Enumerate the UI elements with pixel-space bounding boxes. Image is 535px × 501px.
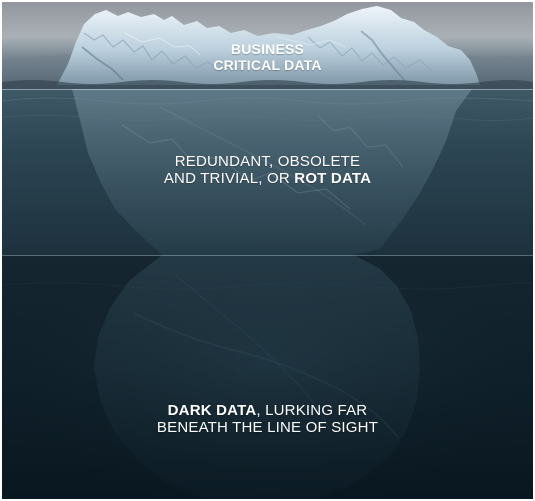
iceberg-bottom-icon bbox=[2, 255, 533, 499]
business-critical-data-label: BUSINESS CRITICAL DATA bbox=[2, 41, 533, 73]
middle-label-line-1: REDUNDANT, OBSOLETE bbox=[174, 153, 361, 170]
top-label-line-2: CRITICAL DATA bbox=[213, 57, 322, 74]
bottom-label-line-1: DARK DATA, LURKING FAR bbox=[2, 402, 533, 419]
dark-data-label: DARK DATA, LURKING FAR BENEATH THE LINE … bbox=[2, 402, 533, 437]
dark-data-emphasis: DARK DATA bbox=[167, 402, 257, 419]
top-label-line-1: BUSINESS bbox=[230, 41, 305, 57]
rot-data-label: REDUNDANT, OBSOLETE AND TRIVIAL, OR ROT … bbox=[2, 153, 533, 188]
iceberg-data-diagram: BUSINESS CRITICAL DATA REDUNDANT, OBSOLE… bbox=[2, 2, 533, 499]
bottom-label-line-1-suffix: , LURKING FAR bbox=[256, 402, 368, 419]
rot-data-layer: REDUNDANT, OBSOLETE AND TRIVIAL, OR ROT … bbox=[2, 89, 533, 255]
business-critical-data-layer: BUSINESS CRITICAL DATA bbox=[2, 2, 533, 89]
sight-line-divider bbox=[2, 255, 533, 256]
waterline-divider bbox=[2, 89, 533, 90]
middle-label-line-2-prefix: AND TRIVIAL, OR bbox=[163, 170, 295, 188]
dark-data-layer: DARK DATA, LURKING FAR BENEATH THE LINE … bbox=[2, 255, 533, 499]
middle-label-line-2: AND TRIVIAL, OR ROT DATA bbox=[2, 170, 533, 187]
rot-data-emphasis: ROT DATA bbox=[294, 170, 372, 188]
bottom-label-line-2: BENEATH THE LINE OF SIGHT bbox=[156, 419, 379, 437]
